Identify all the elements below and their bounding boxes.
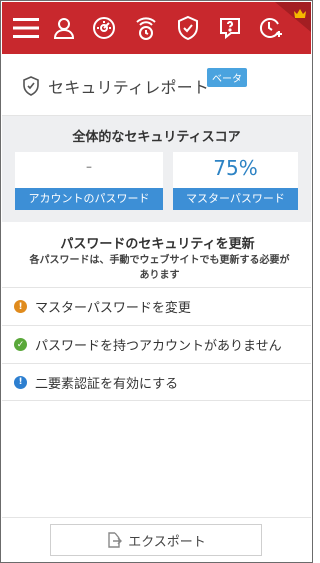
top-nav-bar bbox=[2, 2, 311, 54]
beta-badge: ベータ bbox=[207, 68, 247, 87]
account-password-label: アカウントのパスワード bbox=[15, 188, 163, 210]
user-icon[interactable] bbox=[48, 12, 80, 44]
master-password-score: 75% bbox=[213, 156, 258, 180]
crown-icon[interactable] bbox=[275, 2, 311, 32]
export-label: エクスポート bbox=[128, 534, 206, 550]
app-window: セキュリティレポート ベータ 全体的なセキュリティスコア - アカウントのパスワ… bbox=[0, 0, 313, 563]
master-password-label: マスターパスワード bbox=[173, 188, 298, 210]
update-subtitle: 各パスワードは、手動でウェブサイトでも更新する必要があります bbox=[29, 255, 290, 281]
export-icon bbox=[108, 532, 123, 548]
list-item[interactable]: ! マスターパスワードを変更 bbox=[2, 287, 311, 325]
help-icon[interactable] bbox=[214, 12, 246, 44]
export-button[interactable]: エクスポート bbox=[50, 524, 262, 556]
report-header: セキュリティレポート ベータ bbox=[2, 54, 311, 116]
account-password-score: - bbox=[85, 156, 93, 177]
list-item-label: パスワードを持つアカウントがありません bbox=[35, 339, 282, 354]
menu-icon[interactable] bbox=[10, 12, 42, 44]
list-item-label: マスターパスワードを変更 bbox=[35, 301, 191, 316]
action-list: ! マスターパスワードを変更 ✓ パスワードを持つアカウントがありません ! 二… bbox=[2, 287, 311, 401]
list-item-label: 二要素認証を有効にする bbox=[35, 376, 179, 392]
update-title: パスワードのセキュリティを更新 bbox=[60, 237, 255, 252]
list-item[interactable]: ! 二要素認証を有効にする bbox=[2, 363, 311, 401]
score-heading: 全体的なセキュリティスコア bbox=[72, 130, 241, 145]
info-icon: ! bbox=[14, 375, 27, 389]
page-title: セキュリティレポート bbox=[48, 78, 210, 97]
overall-score-section: 全体的なセキュリティスコア - アカウントのパスワード 75% マスターパスワー… bbox=[2, 116, 311, 222]
dashboard-icon[interactable] bbox=[88, 12, 120, 44]
shield-icon bbox=[22, 76, 40, 100]
shield-check-icon[interactable] bbox=[172, 12, 204, 44]
broadcast-icon[interactable] bbox=[130, 12, 162, 44]
footer: エクスポート bbox=[2, 517, 311, 562]
warning-icon: ! bbox=[14, 300, 27, 313]
master-password-card: 75% マスターパスワード bbox=[173, 152, 298, 210]
list-item[interactable]: ✓ パスワードを持つアカウントがありません bbox=[2, 325, 311, 363]
check-icon: ✓ bbox=[14, 338, 27, 351]
account-password-card: - アカウントのパスワード bbox=[15, 152, 163, 210]
